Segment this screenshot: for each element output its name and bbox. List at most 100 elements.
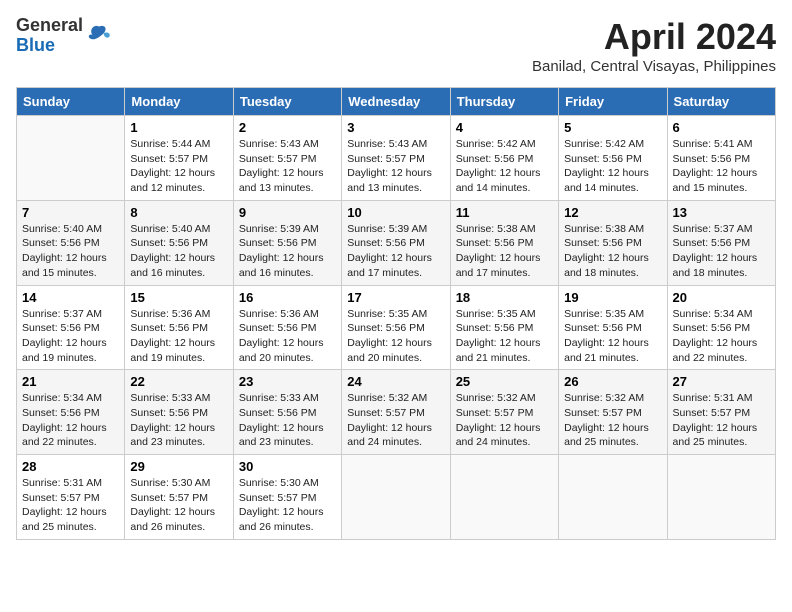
day-number: 2 xyxy=(239,120,336,135)
week-row-3: 14 Sunrise: 5:37 AMSunset: 5:56 PMDayligh… xyxy=(17,285,776,370)
calendar-cell: 1 Sunrise: 5:44 AMSunset: 5:57 PMDaylight… xyxy=(125,116,233,201)
day-number: 5 xyxy=(564,120,661,135)
day-number: 19 xyxy=(564,290,661,305)
calendar-cell: 8 Sunrise: 5:40 AMSunset: 5:56 PMDaylight… xyxy=(125,200,233,285)
calendar-cell: 18 Sunrise: 5:35 AMSunset: 5:56 PMDayligh… xyxy=(450,285,558,370)
day-number: 18 xyxy=(456,290,553,305)
page-header: General Blue April 2024 Banilad, Central… xyxy=(16,16,776,75)
day-info: Sunrise: 5:34 AMSunset: 5:56 PMDaylight:… xyxy=(673,307,770,366)
logo: General Blue xyxy=(16,16,113,56)
day-number: 28 xyxy=(22,459,119,474)
calendar-cell: 11 Sunrise: 5:38 AMSunset: 5:56 PMDayligh… xyxy=(450,200,558,285)
day-number: 16 xyxy=(239,290,336,305)
day-number: 12 xyxy=(564,205,661,220)
calendar-cell: 21Sunrise: 5:34 AMSunset: 5:56 PMDayligh… xyxy=(17,370,125,455)
calendar-cell: 13Sunrise: 5:37 AMSunset: 5:56 PMDayligh… xyxy=(667,200,775,285)
calendar-cell: 24 Sunrise: 5:32 AMSunset: 5:57 PMDayligh… xyxy=(342,370,450,455)
calendar-cell xyxy=(559,455,667,540)
day-info: Sunrise: 5:37 AMSunset: 5:56 PMDaylight:… xyxy=(673,222,770,281)
location-subtitle: Banilad, Central Visayas, Philippines xyxy=(532,58,776,75)
calendar-cell: 17Sunrise: 5:35 AMSunset: 5:56 PMDayligh… xyxy=(342,285,450,370)
day-number: 20 xyxy=(673,290,770,305)
day-info: Sunrise: 5:30 AMSunset: 5:57 PMDaylight:… xyxy=(239,476,336,535)
calendar-cell: 4 Sunrise: 5:42 AMSunset: 5:56 PMDaylight… xyxy=(450,116,558,201)
day-info: Sunrise: 5:39 AMSunset: 5:56 PMDaylight:… xyxy=(239,222,336,281)
calendar-cell: 7Sunrise: 5:40 AMSunset: 5:56 PMDaylight… xyxy=(17,200,125,285)
day-info: Sunrise: 5:35 AMSunset: 5:56 PMDaylight:… xyxy=(456,307,553,366)
calendar-cell xyxy=(667,455,775,540)
day-info: Sunrise: 5:42 AMSunset: 5:56 PMDaylight:… xyxy=(456,137,553,196)
week-row-2: 7Sunrise: 5:40 AMSunset: 5:56 PMDaylight… xyxy=(17,200,776,285)
day-number: 11 xyxy=(456,205,553,220)
day-info: Sunrise: 5:35 AMSunset: 5:56 PMDaylight:… xyxy=(347,307,444,366)
calendar-cell: 30 Sunrise: 5:30 AMSunset: 5:57 PMDayligh… xyxy=(233,455,341,540)
calendar-cell xyxy=(17,116,125,201)
day-number: 10 xyxy=(347,205,444,220)
calendar-cell: 9 Sunrise: 5:39 AMSunset: 5:56 PMDaylight… xyxy=(233,200,341,285)
day-info: Sunrise: 5:39 AMSunset: 5:56 PMDaylight:… xyxy=(347,222,444,281)
day-info: Sunrise: 5:36 AMSunset: 5:56 PMDaylight:… xyxy=(130,307,227,366)
day-number: 23 xyxy=(239,374,336,389)
calendar-cell xyxy=(450,455,558,540)
calendar-cell: 25 Sunrise: 5:32 AMSunset: 5:57 PMDayligh… xyxy=(450,370,558,455)
day-number: 27 xyxy=(673,374,770,389)
weekday-header-monday: Monday xyxy=(125,88,233,116)
calendar-cell: 6Sunrise: 5:41 AMSunset: 5:56 PMDaylight… xyxy=(667,116,775,201)
day-number: 8 xyxy=(130,205,227,220)
day-info: Sunrise: 5:31 AMSunset: 5:57 PMDaylight:… xyxy=(673,391,770,450)
day-info: Sunrise: 5:40 AMSunset: 5:56 PMDaylight:… xyxy=(22,222,119,281)
calendar-cell: 3 Sunrise: 5:43 AMSunset: 5:57 PMDaylight… xyxy=(342,116,450,201)
day-info: Sunrise: 5:43 AMSunset: 5:57 PMDaylight:… xyxy=(347,137,444,196)
day-info: Sunrise: 5:37 AMSunset: 5:56 PMDaylight:… xyxy=(22,307,119,366)
calendar-cell: 12Sunrise: 5:38 AMSunset: 5:56 PMDayligh… xyxy=(559,200,667,285)
day-info: Sunrise: 5:42 AMSunset: 5:56 PMDaylight:… xyxy=(564,137,661,196)
day-info: Sunrise: 5:43 AMSunset: 5:57 PMDaylight:… xyxy=(239,137,336,196)
day-number: 26 xyxy=(564,374,661,389)
day-number: 14 xyxy=(22,290,119,305)
week-row-1: 1 Sunrise: 5:44 AMSunset: 5:57 PMDaylight… xyxy=(17,116,776,201)
logo-general: General xyxy=(16,16,83,36)
calendar-cell: 14 Sunrise: 5:37 AMSunset: 5:56 PMDayligh… xyxy=(17,285,125,370)
day-info: Sunrise: 5:32 AMSunset: 5:57 PMDaylight:… xyxy=(456,391,553,450)
weekday-header-sunday: Sunday xyxy=(17,88,125,116)
day-number: 1 xyxy=(130,120,227,135)
day-number: 6 xyxy=(673,120,770,135)
weekday-header-saturday: Saturday xyxy=(667,88,775,116)
day-number: 9 xyxy=(239,205,336,220)
day-info: Sunrise: 5:40 AMSunset: 5:56 PMDaylight:… xyxy=(130,222,227,281)
calendar-cell: 28 Sunrise: 5:31 AMSunset: 5:57 PMDayligh… xyxy=(17,455,125,540)
month-title: April 2024 xyxy=(532,16,776,58)
day-info: Sunrise: 5:31 AMSunset: 5:57 PMDaylight:… xyxy=(22,476,119,535)
day-info: Sunrise: 5:34 AMSunset: 5:56 PMDaylight:… xyxy=(22,391,119,450)
calendar-cell: 2 Sunrise: 5:43 AMSunset: 5:57 PMDaylight… xyxy=(233,116,341,201)
calendar-cell: 27 Sunrise: 5:31 AMSunset: 5:57 PMDayligh… xyxy=(667,370,775,455)
day-info: Sunrise: 5:32 AMSunset: 5:57 PMDaylight:… xyxy=(347,391,444,450)
day-number: 25 xyxy=(456,374,553,389)
day-info: Sunrise: 5:33 AMSunset: 5:56 PMDaylight:… xyxy=(130,391,227,450)
day-number: 24 xyxy=(347,374,444,389)
weekday-header-friday: Friday xyxy=(559,88,667,116)
weekday-header-wednesday: Wednesday xyxy=(342,88,450,116)
calendar-cell: 22 Sunrise: 5:33 AMSunset: 5:56 PMDayligh… xyxy=(125,370,233,455)
day-number: 30 xyxy=(239,459,336,474)
calendar-table: SundayMondayTuesdayWednesdayThursdayFrid… xyxy=(16,87,776,540)
calendar-cell: 23 Sunrise: 5:33 AMSunset: 5:56 PMDayligh… xyxy=(233,370,341,455)
week-row-5: 28 Sunrise: 5:31 AMSunset: 5:57 PMDayligh… xyxy=(17,455,776,540)
calendar-cell: 15 Sunrise: 5:36 AMSunset: 5:56 PMDayligh… xyxy=(125,285,233,370)
day-info: Sunrise: 5:44 AMSunset: 5:57 PMDaylight:… xyxy=(130,137,227,196)
week-row-4: 21Sunrise: 5:34 AMSunset: 5:56 PMDayligh… xyxy=(17,370,776,455)
day-info: Sunrise: 5:38 AMSunset: 5:56 PMDaylight:… xyxy=(456,222,553,281)
day-info: Sunrise: 5:30 AMSunset: 5:57 PMDaylight:… xyxy=(130,476,227,535)
title-block: April 2024 Banilad, Central Visayas, Phi… xyxy=(532,16,776,75)
calendar-cell: 10 Sunrise: 5:39 AMSunset: 5:56 PMDayligh… xyxy=(342,200,450,285)
day-number: 4 xyxy=(456,120,553,135)
day-info: Sunrise: 5:33 AMSunset: 5:56 PMDaylight:… xyxy=(239,391,336,450)
calendar-cell: 20 Sunrise: 5:34 AMSunset: 5:56 PMDayligh… xyxy=(667,285,775,370)
day-number: 22 xyxy=(130,374,227,389)
weekday-header-row: SundayMondayTuesdayWednesdayThursdayFrid… xyxy=(17,88,776,116)
day-number: 15 xyxy=(130,290,227,305)
day-number: 29 xyxy=(130,459,227,474)
day-number: 3 xyxy=(347,120,444,135)
calendar-cell xyxy=(342,455,450,540)
calendar-cell: 16Sunrise: 5:36 AMSunset: 5:56 PMDayligh… xyxy=(233,285,341,370)
